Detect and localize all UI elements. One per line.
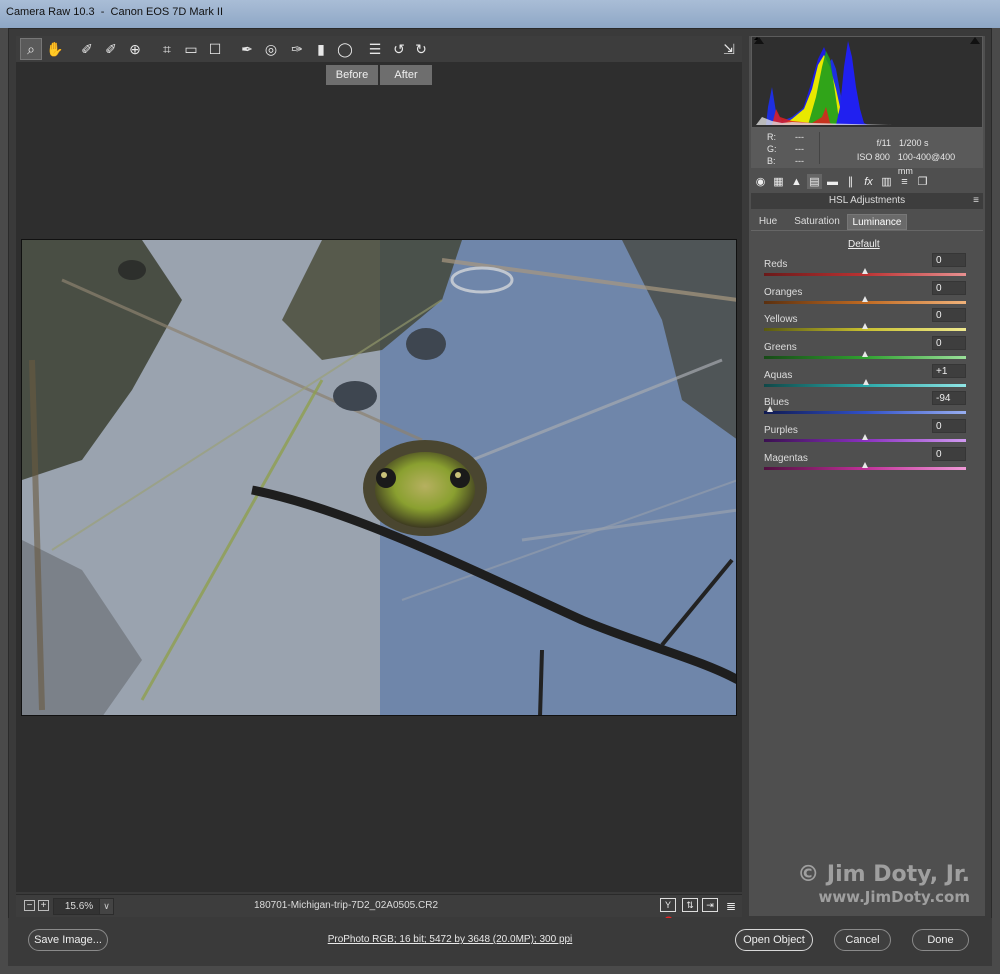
slider-thumb[interactable] xyxy=(862,434,868,440)
toolbar: ⌕ ✋ ✐ ✐ ⊕ ⌗ ▭ ☐ ✒ ◎ ✑ ▮ ◯ ☰ ↺ ↻ ⇲ xyxy=(16,36,742,63)
rotate-left-icon[interactable]: ↺ xyxy=(388,38,410,60)
rotate-right-icon[interactable]: ↻ xyxy=(410,38,432,60)
targeted-adjustment-icon[interactable]: ⊕ xyxy=(124,38,146,60)
graduated-filter-icon[interactable]: ▮ xyxy=(310,38,332,60)
spot-removal-icon[interactable]: ✒ xyxy=(236,38,258,60)
slider-value-field[interactable]: 0 xyxy=(932,419,966,433)
copy-settings-icon[interactable]: ⇥ xyxy=(702,898,718,912)
slider-magentas[interactable]: Magentas 0 xyxy=(764,447,968,481)
window-titlebar: Camera Raw 10.3 - Canon EOS 7D Mark II xyxy=(0,0,1000,28)
slider-track[interactable] xyxy=(764,411,966,414)
after-button[interactable]: After xyxy=(380,65,432,85)
workflow-options-link[interactable]: ProPhoto RGB; 16 bit; 5472 by 3648 (20.0… xyxy=(300,934,600,945)
watermark-line2: www.JimDoty.com xyxy=(818,888,970,906)
cancel-button[interactable]: Cancel xyxy=(834,929,891,951)
slider-value-field[interactable]: 0 xyxy=(932,281,966,295)
divider xyxy=(819,132,820,164)
slider-label: Aquas xyxy=(764,370,793,381)
b-label: B: xyxy=(767,156,776,166)
effects-tab-icon[interactable]: fx xyxy=(861,174,876,189)
slider-value-field[interactable]: 0 xyxy=(932,308,966,322)
panel-tab-strip: ◉ ▦ ▲ ▤ ▬ ∥ fx ▥ ≡ ❐ xyxy=(751,174,983,190)
transform-icon[interactable]: ☐ xyxy=(204,38,226,60)
histogram-graph xyxy=(754,37,892,125)
slider-label: Magentas xyxy=(764,453,808,464)
slider-thumb[interactable] xyxy=(862,296,868,302)
preferences-icon[interactable]: ☰ xyxy=(364,38,386,60)
radial-filter-icon[interactable]: ◯ xyxy=(334,38,356,60)
camera-calibration-tab-icon[interactable]: ▥ xyxy=(879,174,894,189)
chevron-down-icon[interactable]: ∨ xyxy=(99,898,114,915)
detail-tab-icon[interactable]: ▲ xyxy=(789,174,804,189)
tone-curve-tab-icon[interactable]: ▦ xyxy=(771,174,786,189)
presets-tab-icon[interactable]: ≡ xyxy=(897,174,912,189)
rgb-readout: R: --- G: --- B: --- xyxy=(767,131,823,167)
slider-value-field[interactable]: +1 xyxy=(932,364,966,378)
slider-label: Greens xyxy=(764,342,797,353)
save-image-button[interactable]: Save Image... xyxy=(28,929,108,951)
shutter-speed: 1/200 s xyxy=(899,138,929,148)
exif-readout: f/11 1/200 s ISO 800 100-400@400 mm xyxy=(841,136,971,178)
slider-label: Reds xyxy=(764,259,788,270)
panel-menu-icon[interactable]: ≡ xyxy=(973,193,979,209)
watermark: © Jim Doty, Jr. www.JimDoty.com xyxy=(770,862,970,906)
before-button[interactable]: Before xyxy=(326,65,378,85)
aperture: f/11 xyxy=(876,138,891,148)
shadow-clipping-icon[interactable] xyxy=(754,37,764,44)
slider-value-field[interactable]: 0 xyxy=(932,447,966,461)
file-name: 180701-Michigan-trip-7D2_02A0505.CR2 xyxy=(254,900,438,911)
straighten-icon[interactable]: ▭ xyxy=(180,38,202,60)
basic-tab-icon[interactable]: ◉ xyxy=(753,174,768,189)
tab-saturation[interactable]: Saturation xyxy=(789,214,845,230)
white-balance-icon[interactable]: ✐ xyxy=(76,38,98,60)
color-sampler-icon[interactable]: ✐ xyxy=(100,38,122,60)
slider-thumb[interactable] xyxy=(863,379,869,385)
open-in-photoshop-icon[interactable]: ⇲ xyxy=(718,38,740,60)
slider-value-field[interactable]: 0 xyxy=(932,336,966,350)
hsl-tab-icon[interactable]: ▤ xyxy=(807,174,822,189)
swap-settings-icon[interactable]: ⇅ xyxy=(682,898,698,912)
hsl-subtabs: Hue Saturation Luminance xyxy=(751,214,983,231)
open-object-button[interactable]: Open Object xyxy=(735,929,813,951)
panel-header: HSL Adjustments ≡ xyxy=(751,193,983,209)
preview-bottom-bar: − + 15.6% ∨ 180701-Michigan-trip-7D2_02A… xyxy=(16,894,742,917)
r-label: R: xyxy=(767,132,776,142)
crop-icon[interactable]: ⌗ xyxy=(156,38,178,60)
window-title: Camera Raw 10.3 - Canon EOS 7D Mark II xyxy=(6,6,224,18)
snapshots-tab-icon[interactable]: ❐ xyxy=(915,174,930,189)
tab-luminance[interactable]: Luminance xyxy=(847,214,907,230)
zoom-in-icon[interactable]: + xyxy=(38,900,49,911)
slider-thumb[interactable] xyxy=(862,323,868,329)
panel-title: HSL Adjustments xyxy=(828,195,906,206)
slider-label: Oranges xyxy=(764,287,803,298)
zoom-icon[interactable]: ⌕ xyxy=(20,38,42,60)
toggle-settings-icon[interactable]: ≣ xyxy=(720,895,742,917)
slider-label: Yellows xyxy=(764,314,798,325)
slider-thumb[interactable] xyxy=(862,268,868,274)
tab-hue[interactable]: Hue xyxy=(755,214,781,230)
before-after-toggle-icon[interactable]: Y xyxy=(660,898,676,912)
slider-thumb[interactable] xyxy=(862,462,868,468)
info-readout: R: --- G: --- B: --- f/11 1/200 s ISO 800 100… xyxy=(751,128,983,176)
slider-thumb[interactable] xyxy=(767,406,774,412)
slider-value-field[interactable]: 0 xyxy=(932,253,966,267)
done-button[interactable]: Done xyxy=(912,929,969,951)
photo-content xyxy=(22,240,736,715)
histogram xyxy=(751,36,983,128)
slider-thumb[interactable] xyxy=(862,351,868,357)
red-eye-icon[interactable]: ◎ xyxy=(260,38,282,60)
hand-icon[interactable]: ✋ xyxy=(44,38,66,60)
photo-preview[interactable] xyxy=(21,239,737,716)
slider-label: Purples xyxy=(764,425,798,436)
g-label: G: xyxy=(767,144,777,154)
zoom-out-icon[interactable]: − xyxy=(24,900,35,911)
default-link[interactable]: Default xyxy=(848,239,880,250)
highlight-clipping-icon[interactable] xyxy=(970,37,980,44)
split-toning-tab-icon[interactable]: ▬ xyxy=(825,174,840,189)
adjustment-brush-icon[interactable]: ✑ xyxy=(286,38,308,60)
slider-value-field[interactable]: -94 xyxy=(932,391,966,405)
lens-corrections-tab-icon[interactable]: ∥ xyxy=(843,174,858,189)
watermark-line1: © Jim Doty, Jr. xyxy=(797,862,970,887)
zoom-level[interactable]: 15.6% xyxy=(53,898,105,915)
